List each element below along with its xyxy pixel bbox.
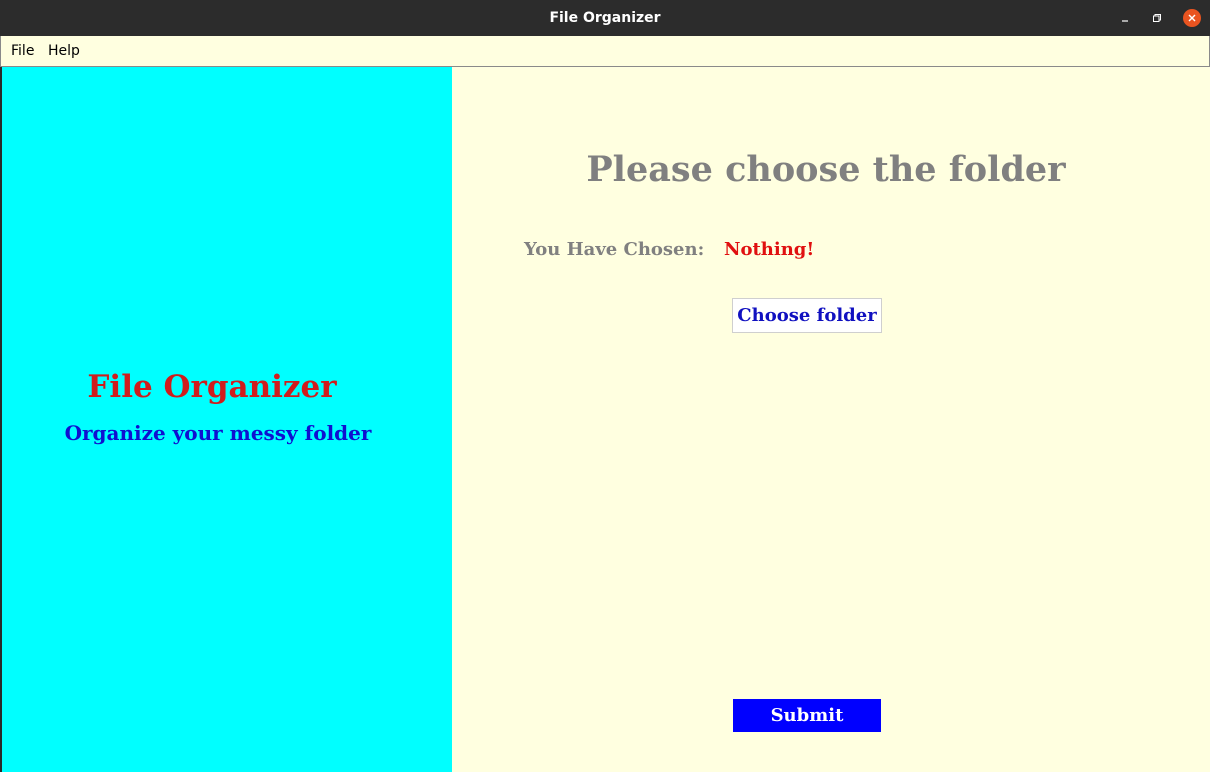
menu-help[interactable]: Help [48, 36, 80, 66]
close-icon [1188, 14, 1196, 22]
window-title: File Organizer [549, 10, 661, 26]
app-window: File Organizer File Help File Organizer … [0, 0, 1210, 772]
branding-panel: File Organizer Organize your messy folde… [0, 67, 452, 772]
submit-button[interactable]: Submit [733, 699, 881, 732]
menu-bar: File Help [0, 36, 1210, 67]
app-name-title: File Organizer [87, 369, 337, 405]
minimize-button[interactable] [1115, 8, 1135, 28]
page-heading: Please choose the folder [586, 149, 1066, 190]
app-tagline: Organize your messy folder [64, 421, 372, 445]
choose-folder-button[interactable]: Choose folder [732, 298, 882, 333]
maximize-icon [1153, 14, 1161, 22]
main-panel: Please choose the folder You Have Chosen… [452, 67, 1210, 772]
menu-file[interactable]: File [11, 36, 34, 66]
close-button-circle [1183, 9, 1201, 27]
chosen-folder-label: You Have Chosen: [524, 239, 705, 260]
close-button[interactable] [1182, 8, 1202, 28]
minimize-icon [1122, 20, 1128, 22]
title-bar[interactable]: File Organizer [0, 0, 1210, 36]
maximize-button[interactable] [1147, 8, 1167, 28]
chosen-folder-value: Nothing! [724, 239, 815, 260]
